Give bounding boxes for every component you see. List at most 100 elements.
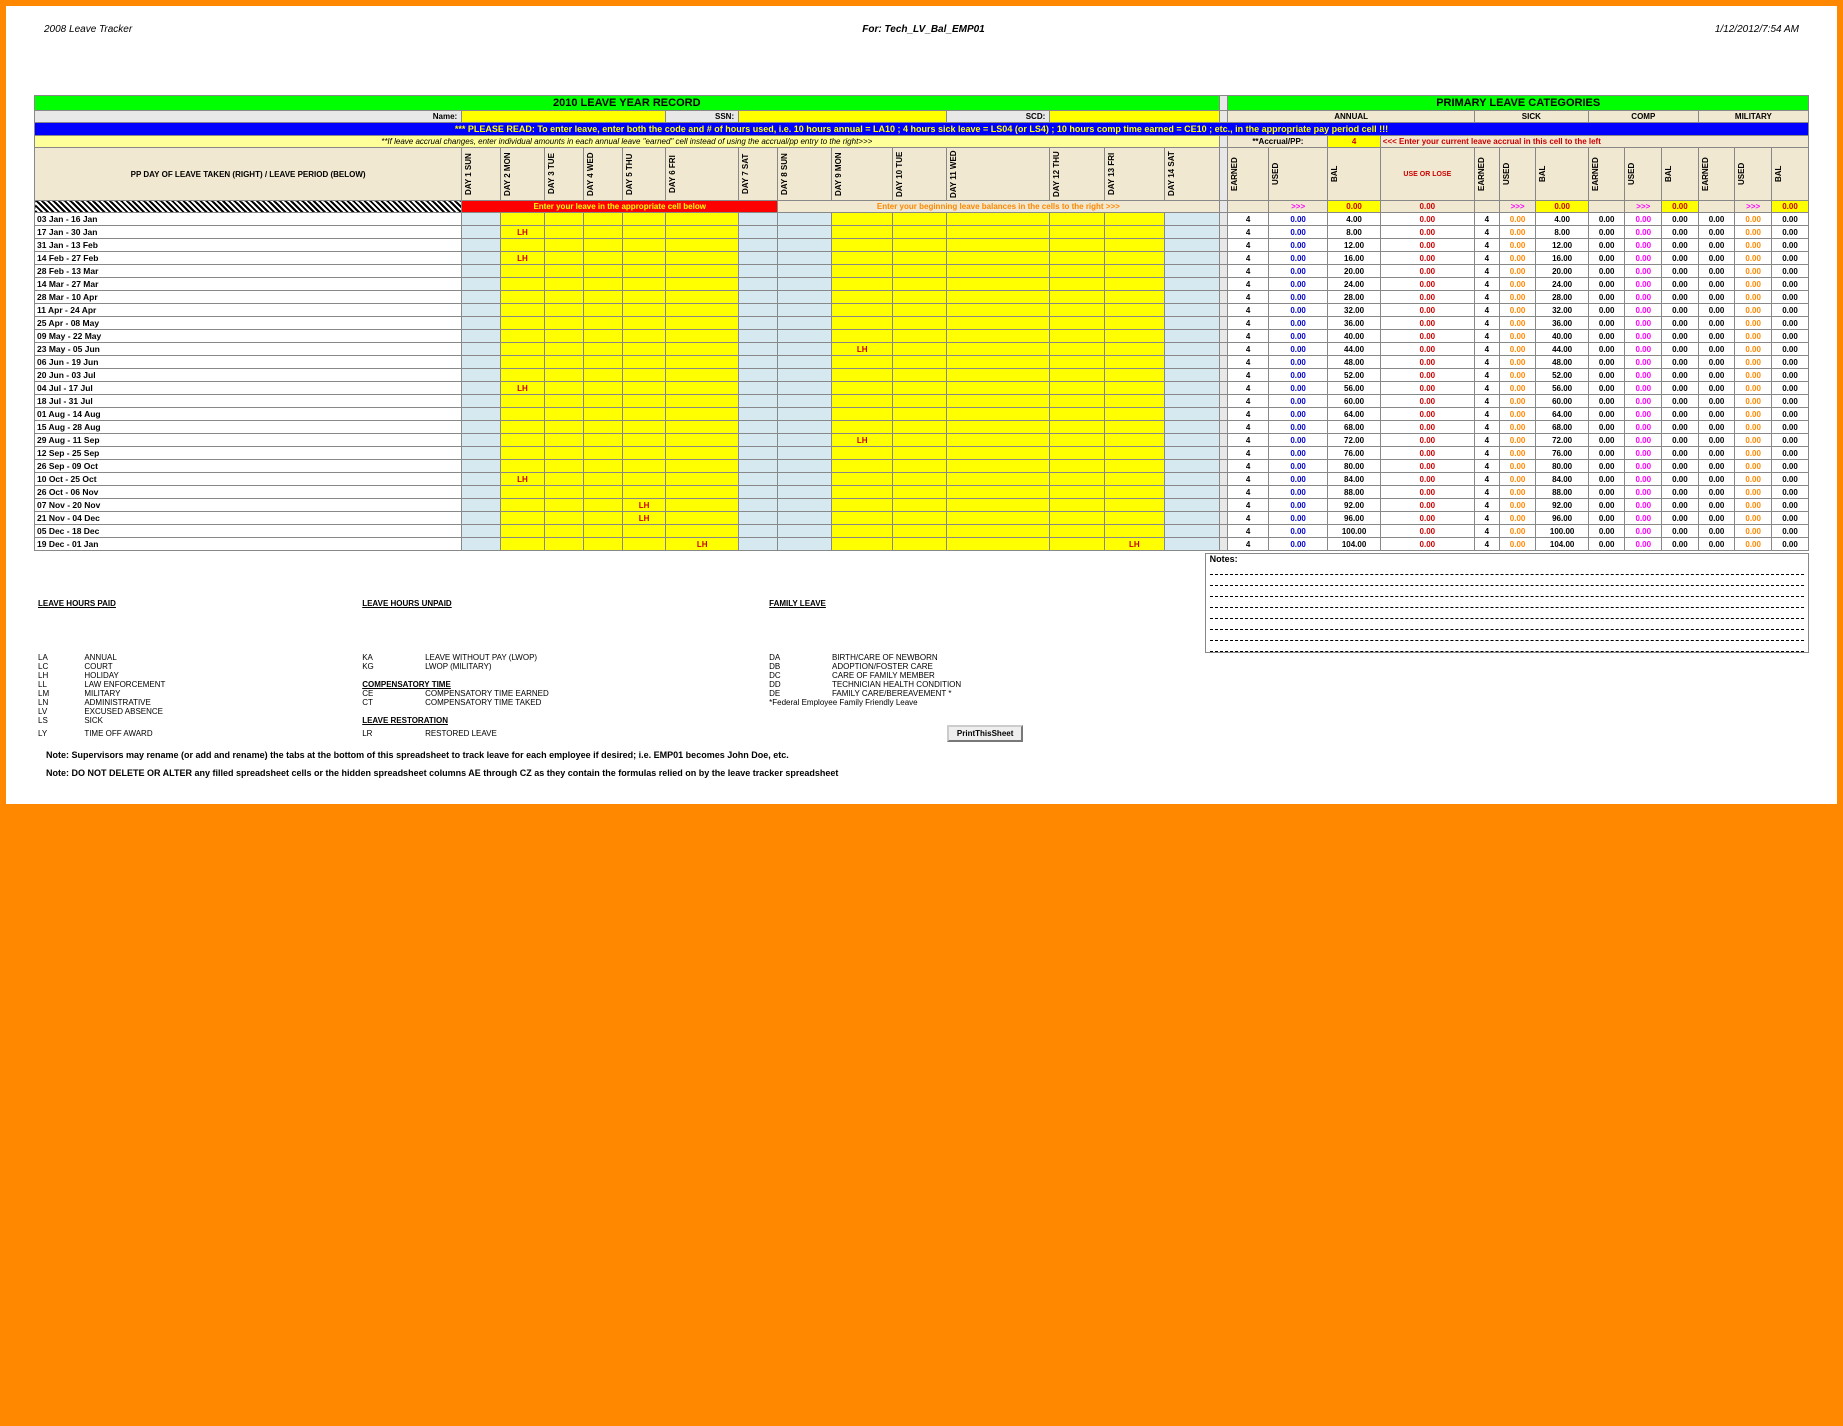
day-cell[interactable] — [947, 395, 1050, 408]
day-cell[interactable] — [778, 304, 832, 317]
day-cell[interactable] — [666, 226, 739, 239]
day-cell[interactable] — [622, 525, 666, 538]
day-cell[interactable] — [1165, 408, 1219, 421]
day-cell[interactable] — [947, 278, 1050, 291]
day-cell[interactable]: LH — [622, 499, 666, 512]
day-cell[interactable] — [1104, 265, 1165, 278]
day-cell[interactable] — [544, 447, 583, 460]
day-cell[interactable] — [947, 460, 1050, 473]
day-cell[interactable] — [1165, 447, 1219, 460]
init-a-bal[interactable]: 0.00 — [1328, 201, 1380, 213]
day-cell[interactable] — [462, 265, 501, 278]
day-cell[interactable] — [583, 473, 622, 486]
day-cell[interactable] — [947, 382, 1050, 395]
day-cell[interactable] — [544, 499, 583, 512]
day-cell[interactable] — [778, 265, 832, 278]
day-cell[interactable] — [893, 239, 947, 252]
day-cell[interactable] — [1165, 291, 1219, 304]
day-cell[interactable] — [947, 226, 1050, 239]
day-cell[interactable] — [893, 486, 947, 499]
day-cell[interactable] — [739, 291, 778, 304]
day-cell[interactable] — [778, 434, 832, 447]
day-cell[interactable] — [583, 421, 622, 434]
day-cell[interactable] — [1165, 356, 1219, 369]
day-cell[interactable] — [501, 317, 545, 330]
day-cell[interactable] — [1104, 473, 1165, 486]
day-cell[interactable]: LH — [832, 343, 893, 356]
day-cell[interactable] — [501, 395, 545, 408]
day-cell[interactable] — [739, 213, 778, 226]
day-cell[interactable] — [1104, 317, 1165, 330]
day-cell[interactable] — [666, 369, 739, 382]
day-cell[interactable] — [666, 499, 739, 512]
day-cell[interactable] — [739, 252, 778, 265]
day-cell[interactable] — [832, 486, 893, 499]
day-cell[interactable] — [1050, 473, 1104, 486]
day-cell[interactable] — [778, 408, 832, 421]
day-cell[interactable] — [544, 226, 583, 239]
day-cell[interactable] — [1050, 408, 1104, 421]
day-cell[interactable] — [666, 356, 739, 369]
day-cell[interactable] — [544, 369, 583, 382]
day-cell[interactable] — [462, 278, 501, 291]
day-cell[interactable] — [622, 343, 666, 356]
day-cell[interactable] — [893, 278, 947, 291]
day-cell[interactable] — [583, 538, 622, 551]
day-cell[interactable] — [622, 291, 666, 304]
day-cell[interactable] — [583, 291, 622, 304]
day-cell[interactable] — [501, 330, 545, 343]
day-cell[interactable] — [893, 213, 947, 226]
day-cell[interactable] — [666, 330, 739, 343]
day-cell[interactable] — [583, 434, 622, 447]
day-cell[interactable] — [947, 317, 1050, 330]
day-cell[interactable] — [1165, 512, 1219, 525]
day-cell[interactable] — [462, 460, 501, 473]
day-cell[interactable] — [462, 356, 501, 369]
notes-area[interactable]: Notes: — [1205, 554, 1808, 653]
day-cell[interactable] — [501, 486, 545, 499]
day-cell[interactable] — [893, 356, 947, 369]
day-cell[interactable] — [893, 512, 947, 525]
day-cell[interactable] — [832, 252, 893, 265]
day-cell[interactable] — [1050, 330, 1104, 343]
day-cell[interactable] — [832, 447, 893, 460]
init-s-bal[interactable]: 0.00 — [1536, 201, 1588, 213]
day-cell[interactable] — [1050, 265, 1104, 278]
day-cell[interactable] — [583, 343, 622, 356]
day-cell[interactable] — [832, 239, 893, 252]
day-cell[interactable] — [583, 304, 622, 317]
day-cell[interactable] — [583, 486, 622, 499]
day-cell[interactable] — [583, 239, 622, 252]
day-cell[interactable] — [622, 382, 666, 395]
scd-input[interactable] — [1050, 111, 1219, 123]
day-cell[interactable] — [1050, 421, 1104, 434]
day-cell[interactable] — [583, 395, 622, 408]
day-cell[interactable] — [893, 447, 947, 460]
day-cell[interactable] — [1104, 499, 1165, 512]
day-cell[interactable] — [544, 421, 583, 434]
day-cell[interactable] — [1165, 395, 1219, 408]
day-cell[interactable] — [1104, 343, 1165, 356]
day-cell[interactable] — [666, 291, 739, 304]
day-cell[interactable] — [462, 317, 501, 330]
day-cell[interactable] — [778, 460, 832, 473]
day-cell[interactable] — [832, 317, 893, 330]
day-cell[interactable] — [947, 330, 1050, 343]
day-cell[interactable] — [739, 512, 778, 525]
day-cell[interactable] — [544, 213, 583, 226]
day-cell[interactable] — [544, 460, 583, 473]
day-cell[interactable] — [739, 356, 778, 369]
day-cell[interactable] — [583, 499, 622, 512]
day-cell[interactable] — [893, 343, 947, 356]
day-cell[interactable] — [778, 291, 832, 304]
day-cell[interactable] — [947, 434, 1050, 447]
day-cell[interactable] — [947, 369, 1050, 382]
day-cell[interactable] — [893, 421, 947, 434]
day-cell[interactable] — [544, 304, 583, 317]
day-cell[interactable] — [1104, 252, 1165, 265]
day-cell[interactable] — [1165, 460, 1219, 473]
day-cell[interactable] — [739, 395, 778, 408]
day-cell[interactable]: LH — [1104, 538, 1165, 551]
init-c-bal[interactable]: 0.00 — [1662, 201, 1699, 213]
day-cell[interactable] — [666, 343, 739, 356]
